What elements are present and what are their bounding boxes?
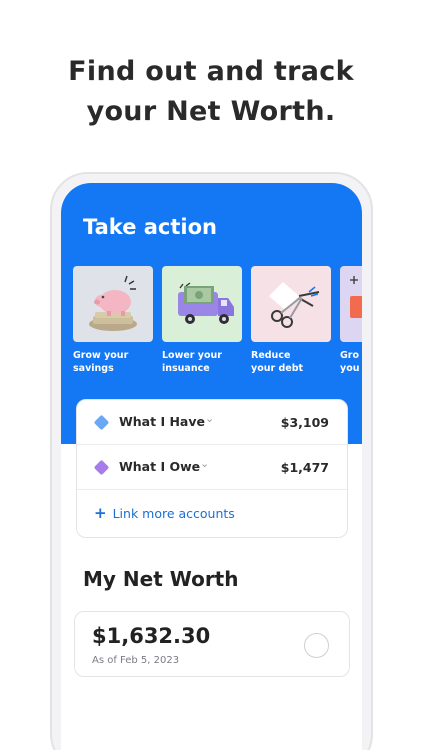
headline-line-2: your Net Worth.: [86, 96, 336, 127]
piggy-bank-icon: [73, 266, 153, 342]
phone-frame: Take action Grow your savings Lower your…: [50, 172, 373, 750]
net-worth-as-of-date: As of Feb 5, 2023: [92, 655, 180, 666]
headline-line-1: Find out and track: [68, 56, 354, 87]
action-card-partial[interactable]: Gro you: [340, 266, 362, 375]
take-action-title: Take action: [83, 215, 217, 239]
scissors-card-icon: [251, 266, 331, 342]
action-card-reduce-debt[interactable]: Reduce your debt: [251, 266, 331, 375]
partial-card-icon: [340, 266, 362, 342]
chevron-down-icon[interactable]: ⌄: [205, 412, 214, 425]
money-truck-icon: [162, 266, 242, 342]
assets-diamond-icon: [93, 414, 110, 431]
what-i-owe-label: What I Owe: [119, 459, 201, 474]
action-card-label: Gro you: [340, 350, 360, 374]
what-i-owe-value: $1,477: [280, 460, 329, 475]
link-more-accounts-label: Link more accounts: [112, 506, 235, 521]
app-screen: Take action Grow your savings Lower your…: [61, 183, 362, 750]
what-i-have-row[interactable]: What I Have ⌄ $3,109: [77, 400, 347, 445]
net-worth-card[interactable]: $1,632.30 As of Feb 5, 2023: [74, 611, 350, 677]
what-i-owe-row[interactable]: What I Owe ⌄ $1,477: [77, 445, 347, 490]
action-card-label: Lower your insuance: [162, 350, 222, 374]
action-cards-carousel[interactable]: Grow your savings Lower your insuance Re…: [73, 266, 362, 386]
action-card-grow-savings[interactable]: Grow your savings: [73, 266, 153, 375]
what-i-have-label: What I Have: [119, 414, 205, 429]
net-worth-progress-circle: [304, 633, 329, 658]
net-worth-amount: $1,632.30: [92, 624, 211, 648]
debts-diamond-icon: [93, 459, 110, 476]
accounts-summary-card: What I Have ⌄ $3,109 What I Owe ⌄ $1,477…: [76, 399, 348, 538]
what-i-have-value: $3,109: [280, 415, 329, 430]
action-card-label: Reduce your debt: [251, 350, 304, 374]
action-card-label: Grow your savings: [73, 350, 129, 374]
marketing-headline: Find out and track your Net Worth.: [0, 52, 422, 132]
net-worth-title: My Net Worth: [83, 567, 239, 591]
link-more-accounts-button[interactable]: + Link more accounts: [94, 504, 235, 522]
plus-icon: +: [94, 504, 107, 522]
chevron-down-icon[interactable]: ⌄: [200, 457, 209, 470]
action-card-lower-insurance[interactable]: Lower your insuance: [162, 266, 242, 375]
